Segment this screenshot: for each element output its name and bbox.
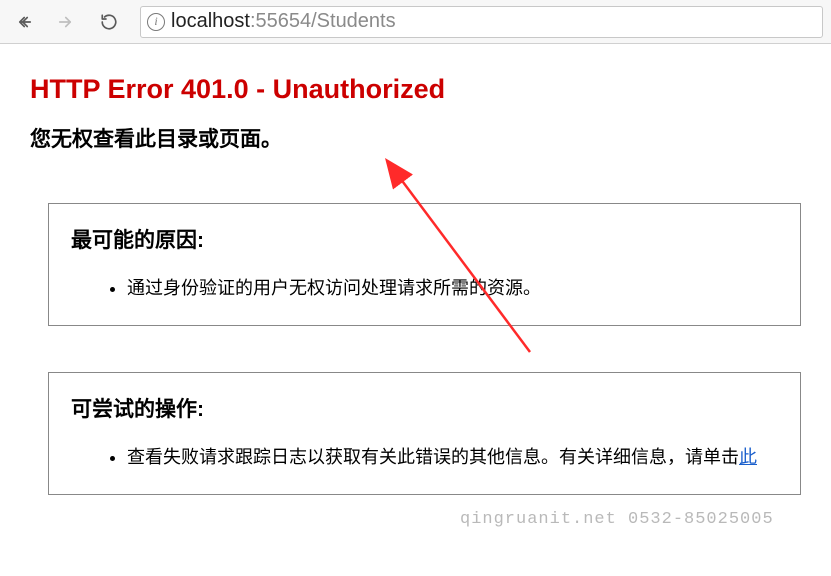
error-title: HTTP Error 401.0 - Unauthorized	[30, 74, 801, 105]
reload-button[interactable]	[92, 5, 126, 39]
page-content: HTTP Error 401.0 - Unauthorized 您无权查看此目录…	[0, 44, 831, 495]
list-item: 通过身份验证的用户无权访问处理请求所需的资源。	[127, 274, 778, 303]
error-subtitle: 您无权查看此目录或页面。	[30, 123, 801, 153]
actions-box: 可尝试的操作: 查看失败请求跟踪日志以获取有关此错误的其他信息。有关详细信息，请…	[48, 372, 801, 495]
forward-button[interactable]	[48, 5, 82, 39]
list-item: 查看失败请求跟踪日志以获取有关此错误的其他信息。有关详细信息，请单击此	[127, 443, 778, 472]
url-text: localhost:55654/Students	[171, 10, 396, 33]
browser-toolbar: i localhost:55654/Students	[0, 0, 831, 44]
address-bar[interactable]: i localhost:55654/Students	[140, 6, 823, 38]
watermark-text: qingruanit.net 0532-85025005	[460, 510, 774, 529]
causes-heading: 最可能的原因:	[71, 224, 778, 254]
causes-list: 通过身份验证的用户无权访问处理请求所需的资源。	[71, 274, 778, 303]
causes-box: 最可能的原因: 通过身份验证的用户无权访问处理请求所需的资源。	[48, 203, 801, 326]
back-button[interactable]	[8, 5, 42, 39]
site-info-icon[interactable]: i	[147, 13, 165, 31]
actions-list: 查看失败请求跟踪日志以获取有关此错误的其他信息。有关详细信息，请单击此	[71, 443, 778, 472]
actions-heading: 可尝试的操作:	[71, 393, 778, 423]
details-link[interactable]: 此	[739, 447, 757, 467]
